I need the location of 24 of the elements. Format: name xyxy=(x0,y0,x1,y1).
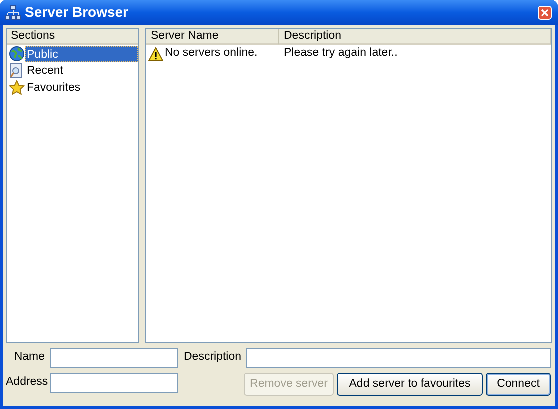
address-field[interactable] xyxy=(50,373,178,393)
warning-icon xyxy=(148,46,164,62)
name-field[interactable] xyxy=(50,348,178,368)
field-label: Address xyxy=(6,375,50,390)
description-field[interactable] xyxy=(246,348,551,368)
field-label: Name xyxy=(13,350,46,366)
action-button[interactable]: Connect xyxy=(486,373,551,396)
network-icon xyxy=(5,4,21,20)
section-item[interactable]: Public xyxy=(25,46,138,62)
window-title: Server Browser xyxy=(25,3,130,22)
section-item[interactable]: Favourites xyxy=(25,80,138,96)
table-cell-text: No servers online. xyxy=(165,46,258,62)
section-item[interactable]: Recent xyxy=(25,62,138,78)
column-header[interactable]: Server Name xyxy=(146,29,279,45)
table-cell-text: Please try again later.. xyxy=(284,46,398,62)
column-header: Sections xyxy=(7,29,138,45)
close-button[interactable] xyxy=(538,6,552,20)
close-icon xyxy=(541,8,549,16)
action-button[interactable]: Add server to favourites xyxy=(337,373,483,396)
column-header[interactable]: Description xyxy=(279,29,551,45)
field-label: Description xyxy=(184,350,242,366)
globe-icon xyxy=(9,46,25,62)
document-icon xyxy=(9,62,25,78)
star-icon xyxy=(9,80,25,96)
